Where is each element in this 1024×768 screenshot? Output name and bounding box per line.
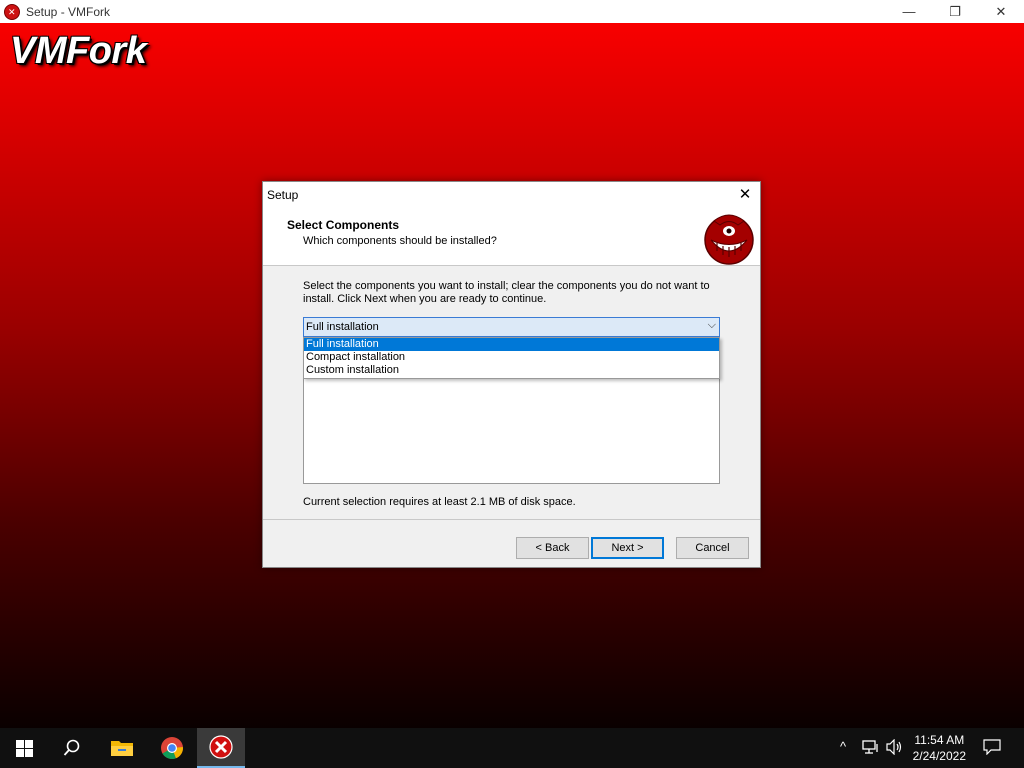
wizard-mascot-icon — [704, 214, 754, 265]
page-subtitle: Which components should be installed? — [303, 235, 497, 247]
notifications-icon[interactable] — [983, 739, 1001, 755]
windows-start-icon — [15, 739, 33, 757]
installation-type-value: Full installation — [306, 321, 379, 333]
minimize-button[interactable]: — — [886, 0, 932, 23]
search-button[interactable] — [48, 728, 96, 768]
setup-app-icon — [209, 735, 233, 759]
page-title: Select Components — [287, 218, 400, 232]
dialog-title: Setup — [267, 188, 299, 202]
search-icon — [63, 739, 80, 756]
file-explorer-button[interactable] — [98, 728, 146, 768]
tray-chevron-icon[interactable]: ^ — [840, 739, 846, 754]
installation-type-select[interactable]: Full installation ⌵ — [303, 317, 720, 337]
dialog-close-button[interactable]: ✕ — [734, 185, 756, 205]
window-title: Setup - VMFork — [26, 4, 111, 19]
file-explorer-icon — [111, 741, 133, 756]
brand-logo: VMFork — [10, 30, 147, 72]
window-titlebar: Setup - VMFork — ❐ ✕ — [0, 0, 1024, 23]
select-components-dialog: Setup ✕ Select Components Which componen… — [262, 181, 761, 568]
dialog-header: Select Components Which components shoul… — [263, 207, 760, 266]
dialog-footer: < Back Next > Cancel — [263, 519, 760, 568]
restore-button[interactable]: ❐ — [932, 0, 978, 23]
window-close-button[interactable]: ✕ — [978, 0, 1024, 23]
setup-window: Setup - VMFork — ❐ ✕ VMFork Setup ✕ Sele… — [0, 0, 1024, 728]
clock-date: 2/24/2022 — [912, 749, 966, 763]
start-button[interactable] — [0, 728, 48, 768]
option-custom-installation[interactable]: Custom installation — [304, 364, 719, 377]
network-icon[interactable] — [862, 739, 880, 755]
chrome-icon — [161, 737, 183, 760]
cancel-button[interactable]: Cancel — [676, 537, 749, 559]
chevron-down-icon[interactable]: ⌵ — [708, 319, 716, 332]
disk-space-note: Current selection requires at least 2.1 … — [303, 496, 576, 508]
chrome-button[interactable] — [148, 728, 196, 768]
next-button[interactable]: Next > — [591, 537, 664, 559]
dialog-titlebar: Setup ✕ — [263, 182, 760, 207]
option-compact-installation[interactable]: Compact installation — [304, 351, 719, 364]
taskbar: ^ 11:54 AM 2/24/2022 — [0, 728, 1024, 768]
taskbar-clock[interactable]: 11:54 AM 2/24/2022 — [913, 732, 966, 764]
instructions-text: Select the components you want to instal… — [303, 280, 710, 305]
volume-icon[interactable] — [886, 739, 904, 755]
back-button[interactable]: < Back — [516, 537, 589, 559]
clock-time: 11:54 AM — [914, 733, 965, 747]
option-full-installation[interactable]: Full installation — [304, 338, 719, 351]
setup-app-icon — [4, 3, 20, 20]
installation-type-dropdown: Full installation Compact installation C… — [303, 337, 720, 379]
setup-taskbar-button[interactable] — [197, 728, 245, 768]
